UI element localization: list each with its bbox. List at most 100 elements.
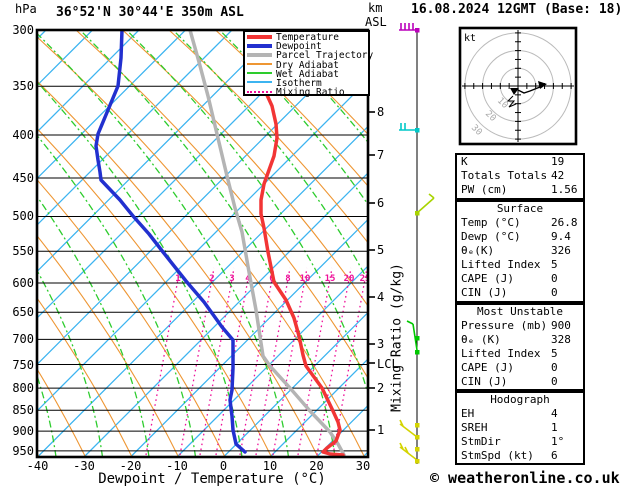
table-row: Pressure (mb) 900 <box>457 319 583 333</box>
row-value: 1 <box>551 421 558 434</box>
table-title-surface: Surface <box>496 202 544 215</box>
legend-swatch-parcel-trajectory <box>247 52 272 57</box>
legend-swatch-isotherm <box>247 81 272 84</box>
legend-swatch-mixing-ratio <box>247 90 272 93</box>
series-dewpoint <box>94 30 247 454</box>
pressure-tick-label: 600 <box>12 276 34 291</box>
altitude-tick-label: 5 <box>377 243 385 257</box>
pressure-tick-label: 450 <box>12 170 34 185</box>
row-label: EH <box>461 407 475 420</box>
table-row: Temp (°C) 26.8 <box>457 216 583 230</box>
wind-barb <box>399 23 417 31</box>
row-value: 42 <box>551 169 565 182</box>
row-label: Pressure (mb) <box>461 319 548 332</box>
legend-label: Mixing Ratio <box>276 87 345 99</box>
pressure-tick-label: 550 <box>12 244 34 259</box>
wind-barb <box>416 193 435 214</box>
legend-swatch-dry-adiabat <box>247 63 272 66</box>
mixing-ratio-value: 20 <box>344 274 355 284</box>
temp-tick-label: -40 <box>26 459 49 473</box>
table-most-unstable: Most Unstable Pressure (mb) 900 θₑ (K) 328 Li… <box>455 303 585 391</box>
altitude-tick-label: 8 <box>377 105 385 119</box>
row-label: SREH <box>461 421 488 434</box>
mixing-axis-label: Mixing Ratio (g/kg) <box>389 263 405 412</box>
pressure-tick-label: 850 <box>12 403 34 418</box>
row-label: StmDir <box>461 435 501 448</box>
row-value: 326 <box>551 244 571 257</box>
table-indices: K 19 Totals Totals 42 PW (cm) 1.56 <box>455 153 585 200</box>
table-row: CIN (J) 0 <box>457 375 583 389</box>
table-row: K 19 <box>457 155 583 169</box>
table-title-hodograph: Hodograph <box>490 393 550 406</box>
altitude-tick-label: 6 <box>377 196 385 210</box>
hodograph-unit-label: kt <box>464 33 476 44</box>
table-row: PW (cm) 1.56 <box>457 183 583 197</box>
mixing-ratio-value: 15 <box>325 274 336 284</box>
sounding-app: 1 2 3 4 6 8 10 15 20 25 kt 10 20 30 36°52'N 30°44'E 3… <box>0 0 629 486</box>
table-title-most-unstable: Most Unstable <box>476 305 564 318</box>
row-label: CAPE (J) <box>461 361 514 374</box>
pressure-tick-label: 500 <box>12 209 34 224</box>
pressure-tick-label: 700 <box>12 332 34 347</box>
table-row: Lifted Index 5 <box>457 347 583 361</box>
altitude-tick-label: 4 <box>377 290 385 304</box>
row-label: PW (cm) <box>461 183 508 196</box>
wind-level-dot <box>415 447 420 452</box>
table-row: CIN (J) 0 <box>457 286 583 300</box>
x-axis-title: Dewpoint / Temperature (°C) <box>98 471 326 486</box>
row-label: Lifted Index <box>461 258 541 271</box>
datetime-label: 16.08.2024 12GMT (Base: 18) <box>411 2 623 17</box>
legend-swatch-wet-adiabat <box>247 72 272 75</box>
altitude-tick-label: 2 <box>377 381 385 395</box>
wind-level-dot <box>415 128 420 133</box>
mixing-ratio-value: 2 <box>209 274 214 284</box>
wind-level-dot <box>415 28 420 33</box>
station-title: 36°52'N 30°44'E 350m ASL <box>56 5 244 20</box>
row-label: Dewp (°C) <box>461 230 521 243</box>
pressure-unit-label: hPa <box>15 2 37 16</box>
row-label: CIN (J) <box>461 286 508 299</box>
wind-barb <box>399 123 417 131</box>
table-row: EH 4 <box>457 407 583 421</box>
table-row: θₑ(K) 326 <box>457 244 583 258</box>
row-value: 5 <box>551 258 558 271</box>
altitude-unit-km: km <box>368 1 383 15</box>
altitude-tick-label: 3 <box>377 337 385 351</box>
row-label: Temp (°C) <box>461 216 521 229</box>
wind-level-dot <box>415 350 420 355</box>
table-row: StmDir 1° <box>457 435 583 449</box>
table-row: Totals Totals 42 <box>457 169 583 183</box>
table-hodograph: Hodograph EH 4 SREH 1 StmDir 1° StmSpd (kt) 6 <box>455 391 585 465</box>
temp-tick-label: 30 <box>355 459 371 473</box>
data-tables: K 19 Totals Totals 42 PW (cm) 1.56 Surface Temp… <box>455 153 585 465</box>
legend-swatch-temperature <box>247 34 272 39</box>
wind-barb <box>406 320 418 351</box>
legend-swatch-dewpoint <box>247 43 272 48</box>
row-value: 6 <box>551 449 558 462</box>
row-value: 9.4 <box>551 230 571 243</box>
row-value: 4 <box>551 407 558 420</box>
table-row: CAPE (J) 0 <box>457 272 583 286</box>
row-label: Lifted Index <box>461 347 541 360</box>
row-label: θₑ(K) <box>461 244 495 257</box>
pressure-tick-label: 800 <box>12 381 34 396</box>
table-row: Dewp (°C) 9.4 <box>457 230 583 244</box>
row-value: 0 <box>551 375 558 388</box>
altitude-tick-label: 1 <box>377 423 385 437</box>
pressure-tick-label: 900 <box>12 424 34 439</box>
row-label: CAPE (J) <box>461 272 514 285</box>
mixing-ratio-line <box>272 267 308 456</box>
pressure-tick-label: 300 <box>12 22 34 37</box>
row-label: Totals Totals <box>461 169 548 182</box>
altitude-unit-asl: ASL <box>365 15 387 29</box>
table-row: StmSpd (kt) 6 <box>457 449 583 463</box>
wind-level-dot <box>415 336 420 341</box>
row-value: 19 <box>551 155 565 168</box>
row-value: 328 <box>551 333 571 346</box>
table-surface: Surface Temp (°C) 26.8 Dewp (°C) 9.4 θₑ(K) 326… <box>455 200 585 303</box>
mixing-ratio-value: 3 <box>229 274 234 284</box>
pressure-tick-label: 400 <box>12 127 34 142</box>
pressure-tick-label: 750 <box>12 357 34 372</box>
pressure-tick-label: 650 <box>12 305 34 320</box>
row-value: 1° <box>551 435 565 448</box>
